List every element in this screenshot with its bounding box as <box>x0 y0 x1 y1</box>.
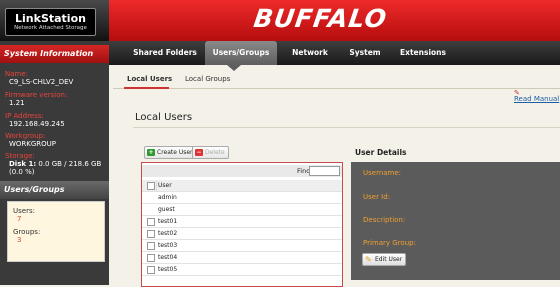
title-divider <box>133 127 560 128</box>
user-name: admin <box>158 194 177 201</box>
table-row[interactable]: test04 <box>142 252 342 264</box>
user-list-panel: Find User admin guest test01 test02 test… <box>141 162 343 287</box>
user-name: test03 <box>158 242 178 249</box>
user-details-panel: Username: User Id: Description: Primary … <box>351 162 560 280</box>
user-name: test05 <box>158 266 178 273</box>
primary-group-label: Primary Group: <box>363 239 416 247</box>
add-icon: + <box>147 149 155 156</box>
ip-label: IP Address: <box>5 112 44 120</box>
user-name: test02 <box>158 230 178 237</box>
edit-user-button[interactable]: ✎ Edit User <box>362 253 407 266</box>
edit-user-label: Edit User <box>375 256 403 263</box>
find-bar: Find <box>142 165 342 177</box>
userid-label: User Id: <box>363 193 391 201</box>
nav-extensions[interactable]: Extensions <box>399 41 447 65</box>
product-tagline: Network Attached Storage <box>14 25 87 31</box>
tab-local-groups[interactable]: Local Groups <box>185 75 230 83</box>
column-divider <box>156 180 157 191</box>
delete-user-button[interactable]: − Delete <box>192 146 229 159</box>
users-groups-summary: Users: 7 Groups: 3 <box>7 201 105 262</box>
ip-value: 192.168.49.245 <box>9 120 65 128</box>
storage-label: Storage: <box>5 152 35 160</box>
groups-count-value: 3 <box>17 236 22 244</box>
table-row[interactable]: admin <box>142 192 342 204</box>
nav-system[interactable]: System <box>345 41 385 65</box>
buffalo-logo: BUFFALO <box>251 4 389 33</box>
firmware-value: 1.21 <box>9 99 25 107</box>
table-row[interactable]: test03 <box>142 240 342 252</box>
users-count-label: Users: <box>13 207 35 215</box>
name-label: Name: <box>5 70 29 78</box>
logo: LinkStation Network Attached Storage <box>0 0 109 41</box>
system-info-heading: System Information <box>0 45 109 63</box>
user-name: test04 <box>158 254 178 261</box>
row-checkbox[interactable] <box>147 218 155 226</box>
nav-users-groups[interactable]: Users/Groups <box>205 41 277 65</box>
table-row[interactable]: guest <box>142 204 342 216</box>
main-nav: Shared Folders Users/Groups Network Syst… <box>109 41 560 65</box>
create-user-button[interactable]: + Create User <box>144 146 197 159</box>
workgroup-label: Workgroup: <box>5 132 46 140</box>
table-row[interactable]: test01 <box>142 216 342 228</box>
users-groups-heading: Users/Groups <box>0 181 109 199</box>
sub-tabs: Local Users Local Groups <box>109 72 560 88</box>
workgroup-value: WORKGROUP <box>9 140 57 148</box>
row-checkbox[interactable] <box>147 230 155 238</box>
user-name: test01 <box>158 218 178 225</box>
sidebar: System Information Name: C9_LS-CHLV2_DEV… <box>0 41 109 285</box>
user-details-heading: User Details <box>355 148 407 157</box>
product-name: LinkStation <box>15 12 86 25</box>
row-checkbox[interactable] <box>147 254 155 262</box>
firmware-label: Firmware version: <box>5 91 68 99</box>
username-label: Username: <box>363 169 402 177</box>
nav-network[interactable]: Network <box>289 41 331 65</box>
tab-divider <box>113 88 560 89</box>
storage-value: Disk 1: 0.0 GB / 218.6 GB <box>9 160 101 168</box>
storage-disk: Disk 1: <box>9 160 37 168</box>
delete-label: Delete <box>205 149 225 156</box>
name-value: C9_LS-CHLV2_DEV <box>9 78 74 86</box>
table-row[interactable]: test05 <box>142 264 342 276</box>
find-input[interactable] <box>309 166 340 176</box>
create-user-label: Create User <box>157 149 193 156</box>
column-user: User <box>158 182 172 189</box>
table-header: User <box>142 180 342 192</box>
storage-percent: (0.0 %) <box>9 168 35 176</box>
tab-local-users[interactable]: Local Users <box>127 75 172 83</box>
row-checkbox[interactable] <box>147 242 155 250</box>
table-row[interactable]: test02 <box>142 228 342 240</box>
read-manual-link[interactable]: Read Manual <box>514 95 559 103</box>
page-title: Local Users <box>135 112 193 123</box>
description-label: Description: <box>363 216 406 224</box>
active-tab-underline <box>124 87 169 89</box>
row-checkbox[interactable] <box>147 266 155 274</box>
groups-count-label: Groups: <box>13 228 41 236</box>
nav-shared-folders[interactable]: Shared Folders <box>129 41 201 65</box>
storage-size: 0.0 GB / 218.6 GB <box>38 160 102 168</box>
delete-icon: − <box>195 149 203 156</box>
users-count-value: 7 <box>17 215 22 223</box>
active-nav-pointer <box>227 65 241 71</box>
user-name: guest <box>158 206 175 213</box>
pencil-icon: ✎ <box>365 255 372 264</box>
select-all-checkbox[interactable] <box>147 182 155 190</box>
header-bar: BUFFALO <box>109 0 560 41</box>
linkstation-logo: LinkStation Network Attached Storage <box>5 8 96 36</box>
